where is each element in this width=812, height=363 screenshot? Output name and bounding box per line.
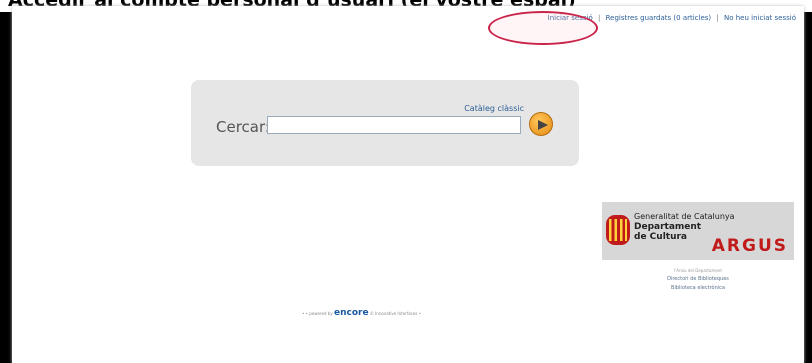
highlight-circle-annotation xyxy=(488,11,598,45)
login-status: No heu iniciat sessió xyxy=(723,14,796,22)
electronic-library-link[interactable]: Biblioteca electrònica xyxy=(602,284,794,293)
play-arrow-icon xyxy=(538,120,548,130)
logo-links: l'Arxiu del Departament Directori de Bib… xyxy=(602,266,794,293)
separator: | xyxy=(598,14,601,22)
generalitat-logo[interactable]: Generalitat de Catalunya Departament de … xyxy=(602,202,794,260)
logo-caption: l'Arxiu del Departament xyxy=(674,268,722,273)
catalog-page: Iniciar sessió | Registres guardats (0 a… xyxy=(12,6,804,363)
catalonia-emblem-icon xyxy=(606,215,630,245)
search-panel: Catàleg clàssic Cercar: xyxy=(191,80,579,166)
powered-by-footer: • • powered by encore © Innovative Inter… xyxy=(302,308,422,318)
classic-catalog-link[interactable]: Catàleg clàssic xyxy=(464,104,524,113)
search-input[interactable] xyxy=(267,116,521,134)
saved-records-link[interactable]: Registres guardats (0 articles) xyxy=(606,14,712,22)
search-go-button[interactable] xyxy=(529,112,553,136)
separator: | xyxy=(716,14,719,22)
argus-brand: ARGUS xyxy=(711,236,788,256)
search-label: Cercar: xyxy=(216,118,270,136)
encore-logo[interactable]: encore xyxy=(334,308,369,318)
library-directory-link[interactable]: Directori de Biblioteques xyxy=(602,275,794,284)
